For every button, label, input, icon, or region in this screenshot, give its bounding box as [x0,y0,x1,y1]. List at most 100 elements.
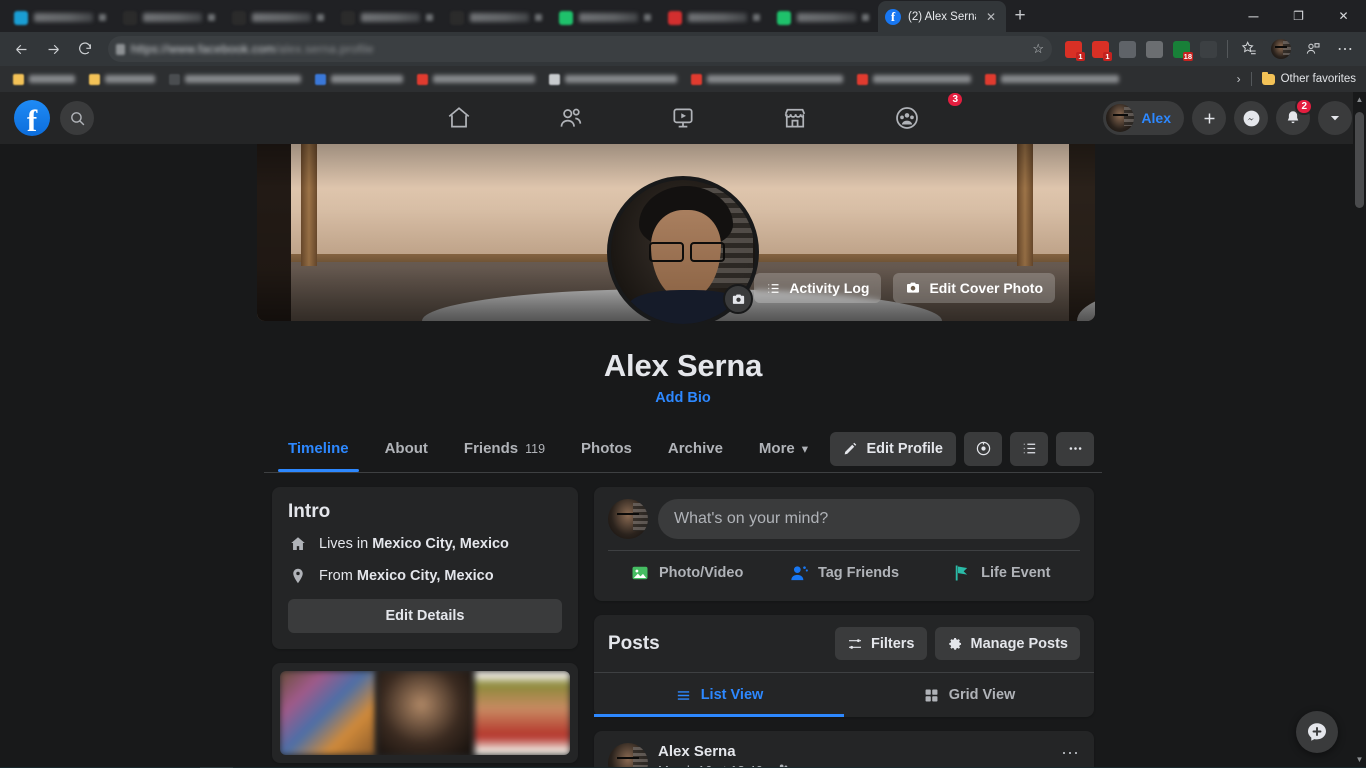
browser-more-icon[interactable]: ⋯ [1330,35,1360,63]
tab-friends[interactable]: Friends 119 [448,425,561,472]
post-author-name[interactable]: Alex Serna [658,743,790,760]
profile-more-button[interactable] [1056,432,1094,466]
close-tab-icon[interactable]: ✕ [983,11,999,23]
background-tab[interactable] [224,3,332,32]
messenger-button[interactable] [1234,101,1268,135]
scrollbar-thumb[interactable] [1355,112,1364,208]
tab-photos[interactable]: Photos [565,425,648,472]
photo-video-button[interactable]: Photo/Video [608,551,765,595]
extension-abc[interactable]: 1 [1087,36,1113,62]
post-author-avatar[interactable] [608,743,648,767]
background-tab[interactable] [551,3,659,32]
edit-details-button[interactable]: Edit Details [288,599,562,633]
filters-button[interactable]: Filters [835,627,927,660]
forward-button[interactable] [38,35,68,63]
close-tab-icon[interactable] [208,14,215,21]
extension-copy[interactable] [1141,36,1167,62]
manage-posts-button[interactable]: Manage Posts [935,627,1081,660]
background-tab[interactable] [115,3,223,32]
nav-tab-groups[interactable]: 3 [853,94,961,142]
create-button[interactable] [1192,101,1226,135]
account-menu-button[interactable] [1318,101,1352,135]
facebook-nav-tabs: 3 [405,94,961,142]
tab-timeline[interactable]: Timeline [272,425,365,472]
grid-view-tab[interactable]: Grid View [844,673,1094,717]
close-tab-icon[interactable] [99,14,106,21]
edit-cover-photo-button[interactable]: Edit Cover Photo [893,273,1055,303]
list-view-tab[interactable]: List View [594,673,844,717]
view-as-button[interactable] [964,432,1002,466]
notifications-button[interactable]: 2 [1276,101,1310,135]
scroll-down-arrow[interactable]: ▼ [1353,752,1366,767]
extension-green[interactable]: 18 [1168,36,1194,62]
collections-icon[interactable] [1234,35,1264,63]
bookmark-item[interactable] [978,69,1126,89]
bookmarks-overflow-icon[interactable]: › [1237,72,1241,86]
active-tab[interactable]: f (2) Alex Serna | ✕ [878,1,1006,32]
composer-input[interactable]: What's on your mind? [658,499,1080,539]
edit-profile-button[interactable]: Edit Profile [830,432,956,466]
update-profile-picture-button[interactable] [723,284,753,314]
nav-tab-friends[interactable] [517,94,625,142]
extension-red-1[interactable]: 1 [1060,36,1086,62]
bookmark-item[interactable] [684,69,850,89]
page-scrollbar[interactable]: ▲ ▼ [1353,92,1366,767]
add-bio-link[interactable]: Add Bio [655,390,711,406]
background-tab[interactable] [769,3,877,32]
photo-thumbnail[interactable] [280,671,375,755]
tab-about[interactable]: About [369,425,444,472]
activity-log-button[interactable]: Activity Log [754,273,881,303]
close-window-button[interactable]: ✕ [1321,0,1366,32]
background-tab[interactable] [333,3,441,32]
tab-archive[interactable]: Archive [652,425,739,472]
extension-globe[interactable] [1195,36,1221,62]
extension-add[interactable] [1114,36,1140,62]
bookmark-item[interactable] [308,69,410,89]
bookmark-item[interactable] [410,69,542,89]
site-info-icon[interactable] [116,44,125,55]
background-tab[interactable] [660,3,768,32]
bookmark-item[interactable] [542,69,684,89]
post-more-button[interactable]: ⋯ [1061,743,1080,764]
reload-button[interactable] [70,35,100,63]
photo-thumbnail[interactable] [378,671,473,755]
new-tab-button[interactable]: + [1006,5,1034,27]
bookmark-item[interactable] [6,69,82,89]
bookmark-item[interactable] [162,69,308,89]
photo-thumbnail[interactable] [475,671,570,755]
scroll-up-arrow[interactable]: ▲ [1353,92,1366,107]
close-tab-icon[interactable] [862,14,869,21]
window-controls: ─ ❐ ✕ [1231,0,1366,32]
nav-tab-home[interactable] [405,94,513,142]
close-tab-icon[interactable] [317,14,324,21]
bookmark-star-icon[interactable]: ☆ [1032,41,1044,57]
profile-avatar-button[interactable] [1266,35,1296,63]
bookmark-item[interactable] [850,69,978,89]
facebook-logo-icon[interactable]: f [14,100,50,136]
other-favorites-folder[interactable]: Other favorites [1262,73,1362,85]
close-tab-icon[interactable] [426,14,433,21]
edit-cover-photo-label: Edit Cover Photo [929,280,1043,296]
maximize-button[interactable]: ❐ [1276,0,1321,32]
close-tab-icon[interactable] [753,14,760,21]
facebook-search-button[interactable] [60,101,94,135]
edit-profile-label: Edit Profile [866,441,943,457]
background-tab[interactable] [6,3,114,32]
bookmark-item[interactable] [82,69,162,89]
url-path: /alex.serna.profile [275,42,374,56]
nav-tab-marketplace[interactable] [741,94,849,142]
activity-log-list-button[interactable] [1010,432,1048,466]
back-button[interactable] [6,35,36,63]
background-tab[interactable] [442,3,550,32]
life-event-button[interactable]: Life Event [923,551,1080,595]
browser-essentials-icon[interactable] [1298,35,1328,63]
minimize-button[interactable]: ─ [1231,0,1276,32]
address-bar[interactable]: https://www.facebook.com/alex.serna.prof… [108,36,1052,62]
close-tab-icon[interactable] [535,14,542,21]
nav-tab-watch[interactable] [629,94,737,142]
tag-friends-button[interactable]: Tag Friends [765,551,922,595]
new-message-fab[interactable] [1296,711,1338,753]
account-profile-button[interactable]: Alex [1103,101,1184,135]
close-tab-icon[interactable] [644,14,651,21]
tab-more[interactable]: More ▾ [743,425,824,472]
